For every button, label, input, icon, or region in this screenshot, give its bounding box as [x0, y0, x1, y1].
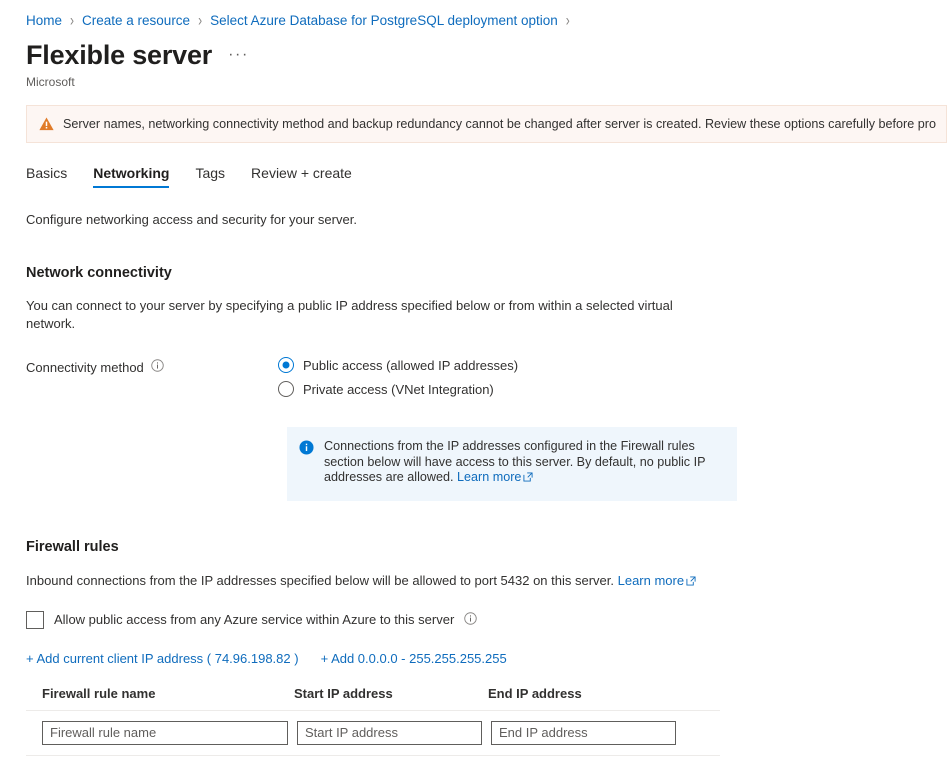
external-link-icon — [523, 471, 533, 485]
tab-review-create[interactable]: Review + create — [238, 165, 365, 188]
radio-private-access-indicator[interactable] — [278, 381, 294, 397]
breadcrumb-item-create-a-resource[interactable]: Create a resource — [82, 13, 190, 28]
info-icon[interactable] — [151, 359, 164, 375]
more-options-icon[interactable]: ··· — [228, 46, 249, 64]
info-icon[interactable] — [464, 611, 478, 628]
public-access-info-text: Connections from the IP addresses config… — [324, 439, 723, 487]
breadcrumb-separator-icon: › — [198, 10, 203, 30]
info-circle-icon — [299, 440, 314, 458]
column-header-start-ip: Start IP address — [294, 685, 393, 701]
breadcrumb-item-select-deployment-option[interactable]: Select Azure Database for PostgreSQL dep… — [210, 13, 558, 28]
table-row — [26, 711, 720, 756]
breadcrumb: Home › Create a resource › Select Azure … — [0, 0, 947, 30]
connectivity-method-label-group: Connectivity method — [26, 357, 278, 377]
radio-public-access[interactable]: Public access (allowed IP addresses) — [278, 357, 518, 373]
firewall-rules-table: Firewall rule name Start IP address End … — [26, 686, 720, 756]
tab-bar: Basics Networking Tags Review + create — [0, 143, 947, 188]
firewall-rules-description-text: Inbound connections from the IP addresse… — [26, 572, 618, 588]
tab-networking[interactable]: Networking — [80, 165, 182, 188]
breadcrumb-separator-icon: › — [565, 10, 570, 30]
tab-basics[interactable]: Basics — [26, 165, 80, 188]
page-title: Flexible server — [26, 40, 213, 70]
radio-private-access-label: Private access (VNet Integration) — [303, 381, 494, 397]
column-header-rule-name: Firewall rule name — [42, 685, 156, 701]
page-publisher: Microsoft — [26, 75, 75, 89]
network-connectivity-description: You can connect to your server by specif… — [26, 298, 673, 331]
allow-azure-services-label: Allow public access from any Azure servi… — [54, 612, 455, 627]
start-ip-address-input[interactable] — [297, 720, 482, 745]
column-header-end-ip: End IP address — [488, 685, 582, 701]
page-intro-text: Configure networking access and security… — [26, 212, 357, 227]
connectivity-method-label: Connectivity method — [26, 359, 144, 375]
info-box-learn-more-link[interactable]: Learn more — [457, 470, 521, 484]
tab-tags[interactable]: Tags — [182, 165, 238, 188]
firewall-action-links: + Add current client IP address ( 74.96.… — [26, 651, 947, 666]
network-connectivity-heading: Network connectivity — [26, 265, 172, 281]
warning-triangle-icon — [39, 117, 54, 134]
radio-public-access-indicator[interactable] — [278, 357, 294, 373]
add-current-client-ip-link[interactable]: + Add current client IP address ( 74.96.… — [26, 651, 299, 666]
end-ip-address-input[interactable] — [491, 720, 676, 745]
public-access-info-box: Connections from the IP addresses config… — [287, 427, 737, 501]
allow-azure-services-checkbox[interactable] — [26, 610, 44, 629]
main-content: Configure networking access and security… — [0, 212, 947, 756]
firewall-learn-more-link[interactable]: Learn more — [618, 573, 684, 588]
allow-azure-services-row: Allow public access from any Azure servi… — [26, 610, 947, 629]
firewall-rule-name-input[interactable] — [42, 720, 288, 745]
warning-banner-text: Server names, networking connectivity me… — [63, 117, 936, 131]
breadcrumb-separator-icon: › — [70, 10, 75, 30]
connectivity-method-radio-group: Public access (allowed IP addresses) Pri… — [278, 357, 518, 397]
add-all-ip-range-link[interactable]: + Add 0.0.0.0 - 255.255.255.255 — [321, 651, 507, 666]
radio-private-access[interactable]: Private access (VNet Integration) — [278, 381, 518, 397]
radio-public-access-label: Public access (allowed IP addresses) — [303, 357, 519, 373]
breadcrumb-item-home[interactable]: Home — [26, 13, 62, 28]
firewall-rules-description: Inbound connections from the IP addresse… — [26, 573, 947, 589]
warning-banner: Server names, networking connectivity me… — [26, 105, 947, 143]
table-header-row: Firewall rule name Start IP address End … — [26, 686, 720, 711]
external-link-icon — [686, 574, 696, 589]
page-header: Flexible server ··· — [0, 30, 947, 72]
firewall-rules-heading: Firewall rules — [26, 538, 119, 555]
connectivity-method-row: Connectivity method Public access (allow… — [26, 357, 947, 397]
